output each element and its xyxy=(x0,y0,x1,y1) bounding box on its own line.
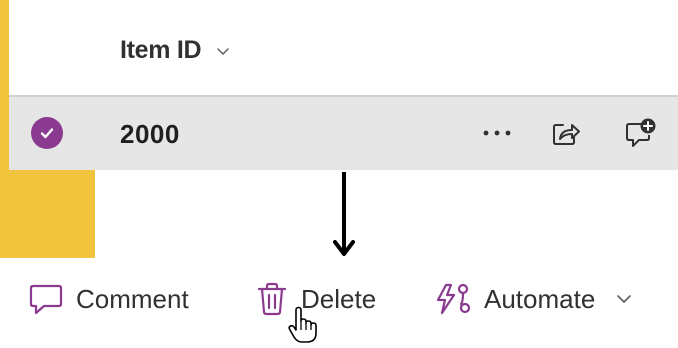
add-comment-icon xyxy=(626,118,656,147)
command-toolbar: Comment Delete Automate xyxy=(0,258,678,348)
automate-icon xyxy=(436,283,471,315)
comment-icon xyxy=(29,284,63,315)
automate-button[interactable]: Automate xyxy=(434,278,633,320)
item-id-cell: 2000 xyxy=(120,119,180,149)
column-header-item-id[interactable]: Item ID xyxy=(120,36,231,65)
hand-cursor-icon xyxy=(288,306,317,343)
chevron-down-icon[interactable] xyxy=(615,290,633,308)
trash-icon xyxy=(257,282,287,316)
list-panel: Item ID 2000 xyxy=(9,0,678,170)
more-icon xyxy=(483,130,511,136)
list-header-row: Item ID xyxy=(9,0,678,97)
check-circle-icon[interactable] xyxy=(31,117,63,149)
table-row[interactable]: 2000 xyxy=(9,97,678,170)
chevron-down-icon[interactable] xyxy=(215,43,231,59)
share-button[interactable] xyxy=(546,113,586,153)
share-icon xyxy=(553,124,580,145)
automate-label: Automate xyxy=(484,283,596,314)
column-header-label: Item ID xyxy=(120,36,202,64)
comment-button[interactable]: Comment xyxy=(28,278,189,320)
add-comment-button[interactable] xyxy=(621,113,661,153)
arrow-down-icon xyxy=(333,172,355,256)
more-options-button[interactable] xyxy=(477,113,517,153)
comment-label: Comment xyxy=(76,283,189,314)
